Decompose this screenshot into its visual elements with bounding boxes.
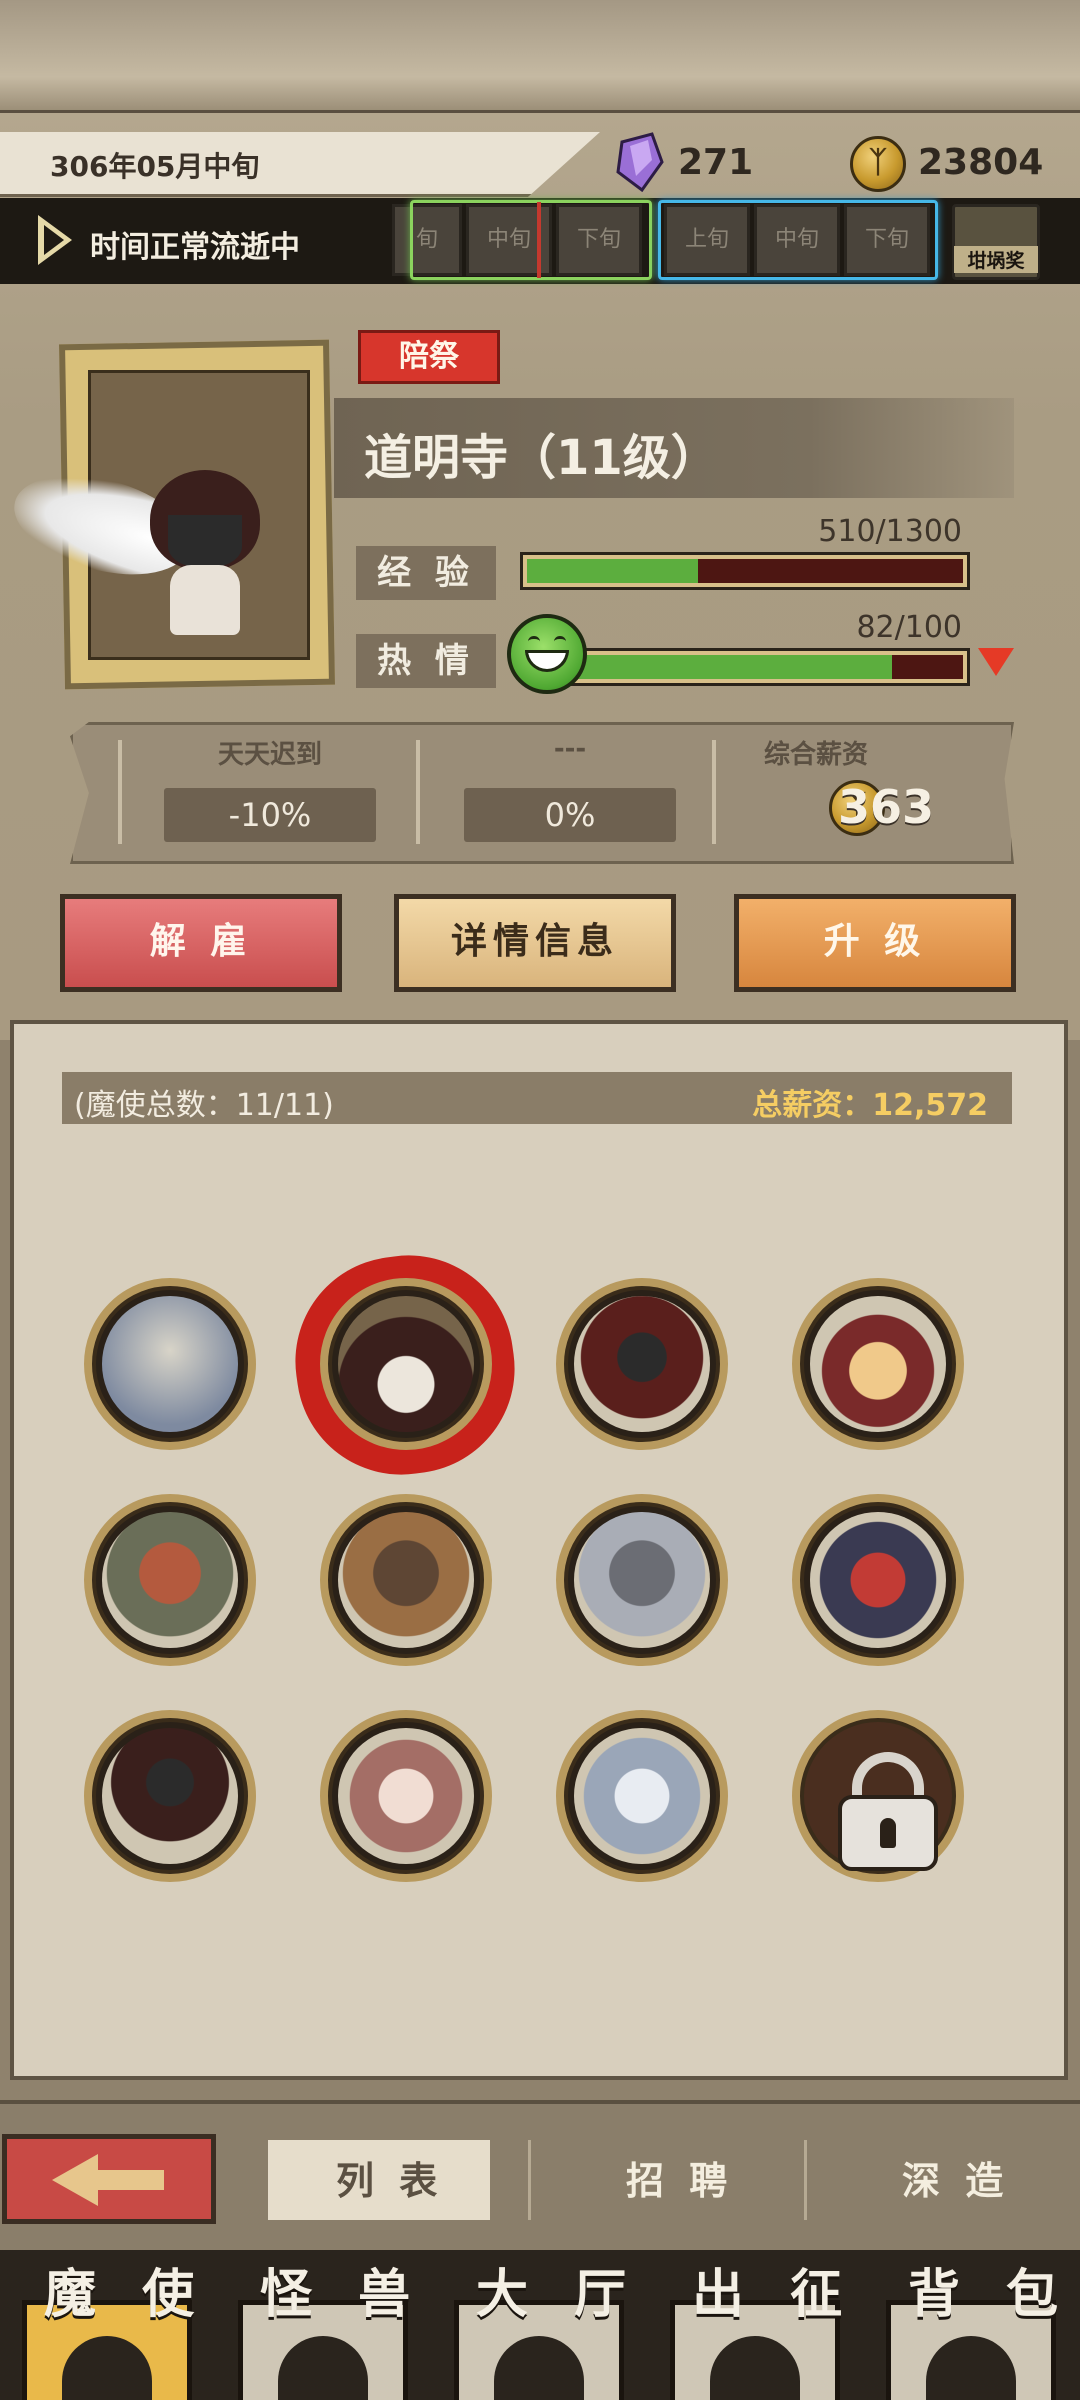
modifier-value-1: -10% [164,788,376,842]
modifier-divider [712,740,716,844]
minion-avatar [338,1728,474,1864]
minion-slot[interactable] [84,1710,256,1882]
modifier-title-2: --- [553,734,587,764]
minion-slot[interactable] [84,1494,256,1666]
total-salary: 总薪资：12,572 [752,1088,988,1123]
fire-button[interactable]: 解 雇 [60,894,342,992]
modifier-value-2: 0% [464,788,676,842]
gold-count: 23804 [918,142,1044,183]
salary-title: 综合薪资 [763,740,868,770]
subtab-divider [804,2140,807,2220]
tab-advance[interactable]: 深 造 [902,2150,1009,2205]
cauldron-reward-label[interactable]: 坩埚奖 [954,246,1038,273]
minion-slot[interactable] [556,1278,728,1450]
back-arrow-icon [52,2154,98,2206]
passion-bar-track [567,655,963,679]
minion-slot[interactable] [792,1278,964,1450]
passion-value: 82/100 [856,610,962,645]
passion-label: 热 情 [356,634,496,688]
minion-slot-selected[interactable] [320,1278,492,1450]
exp-bar [520,552,970,590]
passion-bar [560,648,970,686]
crystal-icon [616,132,664,192]
character-face [168,515,242,567]
minion-avatar [810,1296,946,1432]
passion-bar-fill [567,655,892,679]
nav-hall[interactable]: 大 厅 [476,2252,640,2327]
game-date: 306年05月中旬 [50,150,260,183]
scroll-rod-decoration [0,0,1080,113]
minion-slot[interactable] [320,1710,492,1882]
minion-avatar [338,1512,474,1648]
subtab-divider [528,2140,531,2220]
minion-avatar [574,1512,710,1648]
modifier-divider [416,740,420,844]
tab-list[interactable]: 列 表 [336,2150,443,2205]
nav-bag[interactable]: 背 包 [908,2252,1072,2327]
exp-bar-fill [527,559,698,583]
salary-value: 363 [838,780,935,834]
nav-monster[interactable]: 怪 兽 [260,2252,424,2327]
minion-avatar [574,1728,710,1864]
time-status-text: 时间正常流逝中 [90,230,300,265]
exp-label: 经 验 [356,546,496,600]
minion-avatar [574,1296,710,1432]
nav-expedition[interactable]: 出 征 [692,2252,856,2327]
role-badge: 陪祭 [358,330,500,384]
minion-avatar [338,1296,474,1432]
modifier-divider [118,740,122,844]
gold-coin-icon [850,136,906,192]
minion-slot[interactable] [320,1494,492,1666]
exp-value: 510/1300 [818,514,962,549]
minion-avatar [102,1728,238,1864]
happy-face-eye-left [528,636,540,647]
nav-minion[interactable]: 魔 使 [44,2252,208,2327]
current-period-highlight [410,200,652,280]
play-icon-inner [44,225,64,255]
exp-bar-track [527,559,963,583]
decrease-arrow-icon [978,648,1014,676]
character-body [170,565,240,635]
back-arrow-shaft [94,2170,164,2190]
modifier-title-1: 天天迟到 [217,740,322,770]
minion-avatar [102,1512,238,1648]
detail-info-button[interactable]: 详情信息 [394,894,676,992]
minion-slot[interactable] [792,1494,964,1666]
minion-slot[interactable] [556,1494,728,1666]
lock-keyhole [880,1818,896,1848]
current-time-marker [537,202,541,278]
character-name: 道明寺（11级） [364,430,719,486]
crystal-count: 271 [678,142,754,183]
minion-slot[interactable] [556,1710,728,1882]
minion-avatar [102,1296,238,1432]
minion-avatar [810,1512,946,1648]
upgrade-button[interactable]: 升 级 [734,894,1016,992]
roster-count: (魔使总数：11/11) [74,1088,334,1123]
tab-recruit[interactable]: 招 聘 [626,2150,733,2205]
next-period-highlight [658,200,938,280]
minion-slot[interactable] [84,1278,256,1450]
happy-face-eye-right [554,636,566,647]
